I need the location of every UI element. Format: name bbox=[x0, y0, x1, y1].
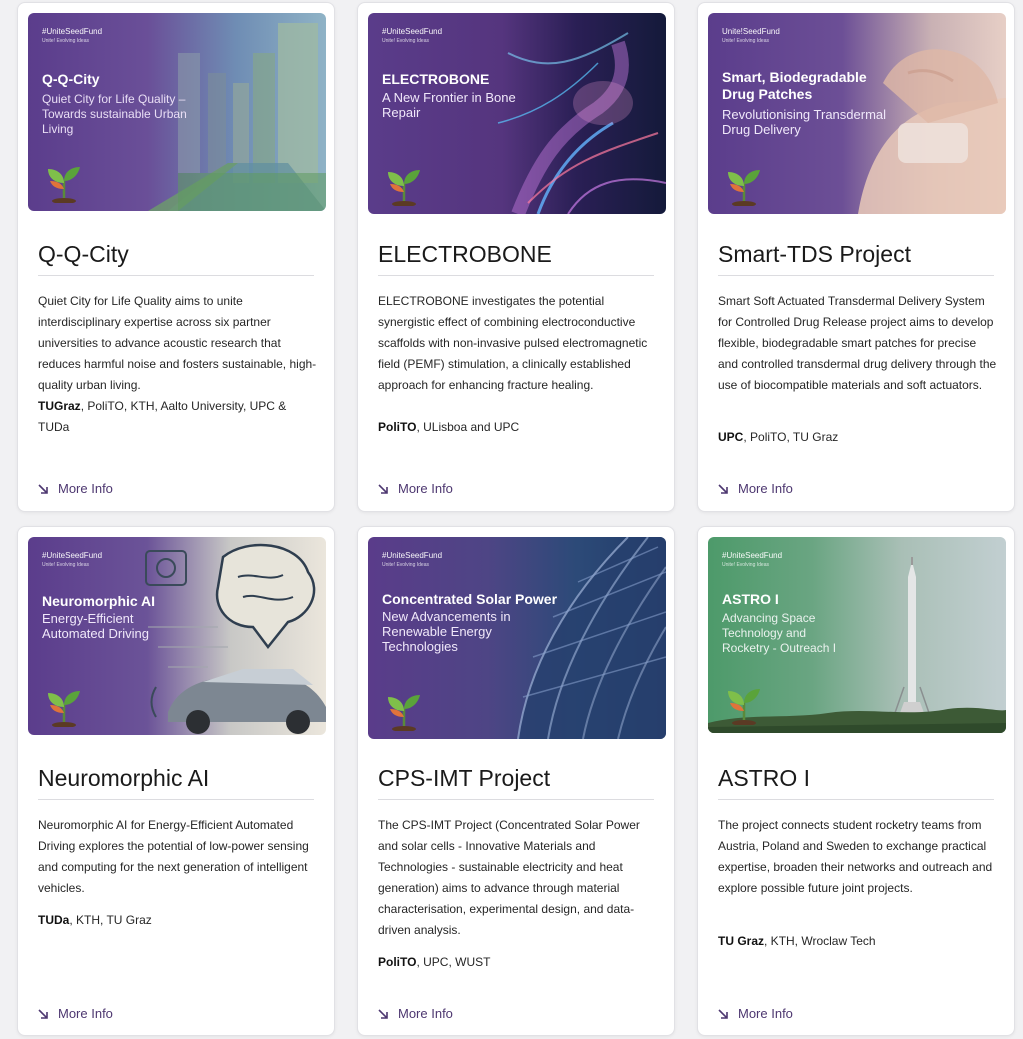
thumb-title: Smart, Biodegradable Drug Patches bbox=[722, 69, 867, 102]
project-partners: PoliTO, UPC, WUST bbox=[378, 952, 658, 973]
thumb-hashtag: #UniteSeedFund bbox=[382, 27, 443, 36]
other-partners: , KTH, TU Graz bbox=[69, 913, 152, 927]
project-partners: PoliTO, ULisboa and UPC bbox=[378, 417, 658, 438]
arrow-down-right-icon bbox=[718, 483, 728, 494]
thumb-subtitle: Revolutionising Transdermal Drug Deliver… bbox=[722, 107, 887, 137]
title-divider bbox=[718, 275, 994, 276]
project-partners: UPC, PoliTO, TU Graz bbox=[718, 427, 998, 448]
arrow-down-right-icon bbox=[38, 483, 48, 494]
more-info-link[interactable]: More Info bbox=[716, 481, 793, 496]
lead-partner: PoliTO bbox=[378, 420, 417, 434]
thumb-subtitle: A New Frontier in Bone Repair bbox=[382, 90, 516, 120]
more-info-label: More Info bbox=[58, 1006, 113, 1021]
thumb-hashtag: #UniteSeedFund bbox=[42, 551, 103, 560]
project-thumbnail[interactable]: #UniteSeedFund Unite! Evolving Ideas Neu… bbox=[28, 537, 326, 735]
project-thumbnail[interactable]: #UniteSeedFund Unite! Evolving Ideas ELE… bbox=[368, 13, 666, 214]
more-info-link[interactable]: More Info bbox=[376, 1006, 453, 1021]
other-partners: , KTH, Wroclaw Tech bbox=[764, 934, 876, 948]
title-divider bbox=[38, 275, 314, 276]
thumb-hashtag-sub: Unite! Evolving Ideas bbox=[382, 562, 429, 568]
thumb-subtitle: Quiet City for Life Quality – Towards su… bbox=[42, 92, 187, 136]
thumb-hashtag: #UniteSeedFund bbox=[42, 27, 103, 36]
other-partners: , UPC, WUST bbox=[416, 955, 491, 969]
title-divider bbox=[38, 799, 314, 800]
thumb-subtitle: New Advancements in Renewable Energy Tec… bbox=[382, 609, 511, 654]
more-info-label: More Info bbox=[398, 1006, 453, 1021]
thumb-subtitle: Advancing Space Technology and Rocketry … bbox=[722, 611, 837, 655]
seedling-logo-icon bbox=[48, 691, 80, 727]
project-card-cps-imt[interactable]: #UniteSeedFund Unite! Evolving Ideas Con… bbox=[357, 526, 675, 1036]
thumb-title: Concentrated Solar Power bbox=[382, 591, 558, 607]
seedling-logo-icon bbox=[388, 695, 420, 731]
project-thumbnail[interactable]: #UniteSeedFund Unite! Evolving Ideas Q-Q… bbox=[28, 13, 326, 211]
thumb-hashtag-sub: Unite! Evolving Ideas bbox=[722, 38, 769, 44]
more-info-link[interactable]: More Info bbox=[716, 1006, 793, 1021]
thumb-hashtag: Unite!SeedFund bbox=[722, 27, 780, 36]
arrow-down-right-icon bbox=[38, 1008, 48, 1019]
project-description: The project connects student rocketry te… bbox=[718, 818, 993, 895]
thumb-hashtag-sub: Unite! Evolving Ideas bbox=[42, 38, 89, 44]
thumb-subtitle: Energy-Efficient Automated Driving bbox=[42, 611, 149, 641]
thumb-hashtag: #UniteSeedFund bbox=[722, 551, 783, 560]
other-partners: , PoliTO, TU Graz bbox=[743, 430, 839, 444]
thumb-hashtag-sub: Unite! Evolving Ideas bbox=[42, 562, 89, 568]
project-description: The CPS-IMT Project (Concentrated Solar … bbox=[378, 818, 640, 937]
other-partners: , ULisboa and UPC bbox=[416, 420, 520, 434]
project-partners: TUGraz, PoliTO, KTH, Aalto University, U… bbox=[38, 396, 318, 438]
project-description: Neuromorphic AI for Energy-Efficient Aut… bbox=[38, 818, 309, 895]
project-card-q-q-city[interactable]: #UniteSeedFund Unite! Evolving Ideas Q-Q… bbox=[17, 2, 335, 512]
more-info-link[interactable]: More Info bbox=[36, 481, 113, 496]
lead-partner: TUGraz bbox=[38, 399, 81, 413]
thumb-hashtag-sub: Unite! Evolving Ideas bbox=[722, 562, 769, 568]
lead-partner: PoliTO bbox=[378, 955, 417, 969]
thumb-title: Q-Q-City bbox=[42, 71, 100, 87]
project-card-neuromorphic-ai[interactable]: #UniteSeedFund Unite! Evolving Ideas Neu… bbox=[17, 526, 335, 1036]
lead-partner: TUDa bbox=[38, 913, 70, 927]
more-info-label: More Info bbox=[738, 1006, 793, 1021]
project-title: ASTRO I bbox=[718, 765, 811, 791]
project-partners: TUDa, KTH, TU Graz bbox=[38, 910, 318, 931]
project-thumbnail[interactable]: #UniteSeedFund Unite! Evolving Ideas Con… bbox=[368, 537, 666, 739]
arrow-down-right-icon bbox=[718, 1008, 728, 1019]
more-info-label: More Info bbox=[398, 481, 453, 496]
project-card-electrobone[interactable]: #UniteSeedFund Unite! Evolving Ideas ELE… bbox=[357, 2, 675, 512]
seedling-logo-icon bbox=[728, 689, 760, 725]
project-title: Smart-TDS Project bbox=[718, 241, 911, 267]
arrow-down-right-icon bbox=[378, 483, 388, 494]
seedling-logo-icon bbox=[388, 170, 420, 206]
seedling-logo-icon bbox=[728, 170, 760, 206]
project-description: Smart Soft Actuated Transdermal Delivery… bbox=[718, 294, 997, 392]
more-info-label: More Info bbox=[58, 481, 113, 496]
project-title: Q-Q-City bbox=[38, 241, 129, 267]
title-divider bbox=[718, 799, 994, 800]
title-divider bbox=[378, 799, 654, 800]
project-card-smart-tds[interactable]: Unite!SeedFund Unite! Evolving Ideas Sma… bbox=[697, 2, 1015, 512]
project-thumbnail[interactable]: Unite!SeedFund Unite! Evolving Ideas Sma… bbox=[708, 13, 1006, 214]
title-divider bbox=[378, 275, 654, 276]
project-grid: #UniteSeedFund Unite! Evolving Ideas Q-Q… bbox=[0, 0, 1023, 1039]
seedling-logo-icon bbox=[48, 167, 80, 203]
more-info-link[interactable]: More Info bbox=[36, 1006, 113, 1021]
project-description: Quiet City for Life Quality aims to unit… bbox=[38, 294, 317, 392]
thumb-title: ASTRO I bbox=[722, 591, 779, 607]
thumb-hashtag: #UniteSeedFund bbox=[382, 551, 443, 560]
thumb-hashtag-sub: Unite! Evolving Ideas bbox=[382, 38, 429, 44]
project-description: ELECTROBONE investigates the potential s… bbox=[378, 294, 648, 392]
thumb-title: ELECTROBONE bbox=[382, 71, 490, 87]
project-title: Neuromorphic AI bbox=[38, 765, 210, 791]
thumb-title: Neuromorphic AI bbox=[42, 593, 156, 609]
arrow-down-right-icon bbox=[378, 1008, 388, 1019]
lead-partner: TU Graz bbox=[718, 934, 765, 948]
project-title: CPS-IMT Project bbox=[378, 765, 551, 791]
project-partners: TU Graz, KTH, Wroclaw Tech bbox=[718, 931, 998, 952]
lead-partner: UPC bbox=[718, 430, 744, 444]
more-info-link[interactable]: More Info bbox=[376, 481, 453, 496]
project-thumbnail[interactable]: #UniteSeedFund Unite! Evolving Ideas AST… bbox=[708, 537, 1006, 733]
more-info-label: More Info bbox=[738, 481, 793, 496]
project-card-astro-i[interactable]: #UniteSeedFund Unite! Evolving Ideas AST… bbox=[697, 526, 1015, 1036]
project-title: ELECTROBONE bbox=[378, 241, 552, 267]
